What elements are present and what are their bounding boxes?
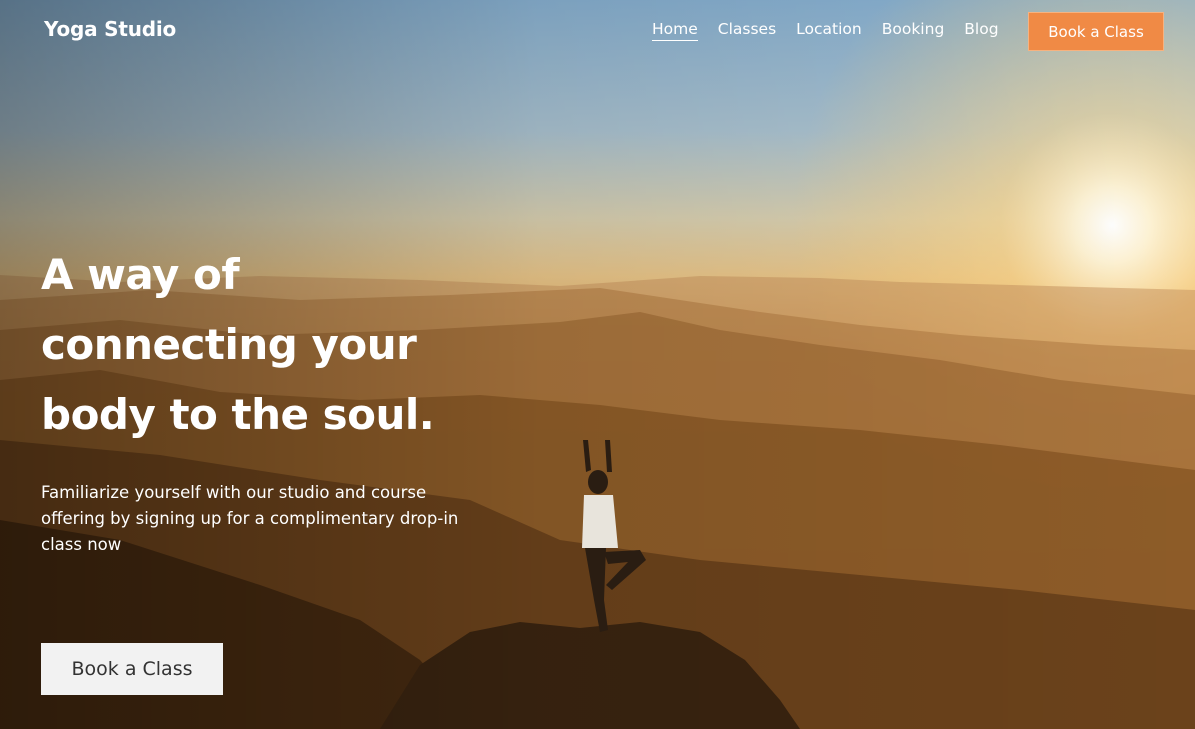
hero-subtitle: Familiarize yourself with our studio and… (41, 483, 459, 554)
site-logo[interactable]: Yoga Studio (44, 17, 176, 41)
header-book-class-button[interactable]: Book a Class (1028, 12, 1164, 51)
hero-title: A way of connecting your body to the sou… (41, 240, 511, 450)
main-nav: Home Classes Location Booking Blog (652, 20, 1019, 41)
hero-book-class-button[interactable]: Book a Class (41, 643, 223, 695)
nav-booking[interactable]: Booking (882, 20, 945, 41)
page: Yoga Studio Home Classes Location Bookin… (0, 0, 1195, 729)
nav-blog[interactable]: Blog (964, 20, 998, 41)
hero-title-line: body to the soul. (41, 390, 435, 439)
nav-home[interactable]: Home (652, 20, 698, 41)
nav-location[interactable]: Location (796, 20, 862, 41)
nav-classes[interactable]: Classes (718, 20, 776, 41)
hero-title-line: connecting your (41, 320, 417, 369)
hero-title-line: A way of (41, 250, 240, 299)
